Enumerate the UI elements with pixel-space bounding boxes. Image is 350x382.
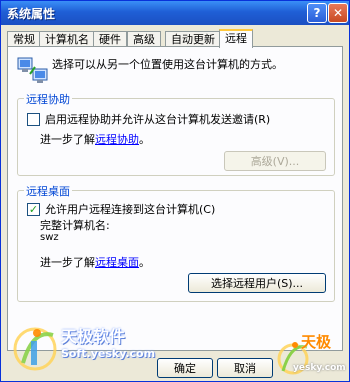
learn-more-suffix: 。 bbox=[139, 133, 150, 146]
tab-general[interactable]: 常规 bbox=[7, 31, 41, 47]
remote-tab-panel: 选择可以从另一个位置使用这台计算机的方式。 远程协助 启用远程协助并允许从这台计… bbox=[7, 46, 343, 351]
tab-advanced[interactable]: 高级 bbox=[127, 31, 161, 47]
watermark-url: Soft.yesky.com bbox=[61, 347, 156, 360]
system-properties-window: 系统属性 ? ✕ 常规 计算机名 硬件 高级 自动更新 远程 选择可以从另一个位… bbox=[0, 0, 350, 382]
computer-name-value: swz bbox=[40, 232, 59, 243]
learn-more-prefix: 进一步了解 bbox=[40, 133, 95, 146]
advanced-button[interactable]: 高级(V)... bbox=[224, 151, 326, 171]
remote-desktop-checkbox[interactable]: ✓ bbox=[27, 202, 40, 216]
help-button[interactable]: ? bbox=[307, 3, 327, 23]
remote-desktop-group: 远程桌面 ✓ 允许用户远程连接到这台计算机(C) 完整计算机名: swz 进一步… bbox=[17, 183, 335, 302]
watermark-brand: 天极软件 bbox=[61, 327, 126, 346]
full-computer-name-label: 完整计算机名: bbox=[40, 219, 110, 232]
remote-assistance-link[interactable]: 远程协助 bbox=[95, 133, 139, 146]
remote-assistance-title: 远程协助 bbox=[24, 91, 72, 107]
window-title: 系统属性 bbox=[7, 7, 56, 21]
remote-desktop-link[interactable]: 远程桌面 bbox=[95, 256, 139, 269]
title-bar[interactable]: 系统属性 ? ✕ bbox=[1, 1, 349, 25]
tab-hardware[interactable]: 硬件 bbox=[93, 31, 127, 47]
remote-desktop-title: 远程桌面 bbox=[24, 183, 72, 199]
close-button[interactable]: ✕ bbox=[328, 3, 348, 23]
remote-assistance-checkbox-label[interactable]: 启用远程协助并允许从这台计算机发送邀请(R) bbox=[45, 111, 270, 127]
select-remote-users-button[interactable]: 选择远程用户(S)... bbox=[188, 273, 326, 293]
remote-computer-icon bbox=[17, 57, 48, 83]
remote-desktop-checkbox-row[interactable]: ✓ 允许用户远程连接到这台计算机(C) bbox=[27, 201, 215, 217]
learn-more-prefix: 进一步了解 bbox=[40, 256, 95, 269]
tab-remote[interactable]: 远程 bbox=[219, 29, 253, 48]
remote-assistance-learn-more: 进一步了解远程协助。 bbox=[40, 131, 150, 147]
cancel-button[interactable]: 取消 bbox=[217, 358, 273, 378]
intro-text: 选择可以从另一个位置使用这台计算机的方式。 bbox=[52, 58, 283, 71]
remote-assistance-checkbox-row[interactable]: 启用远程协助并允许从这台计算机发送邀请(R) bbox=[27, 111, 270, 127]
remote-assistance-checkbox[interactable] bbox=[27, 112, 40, 126]
remote-assistance-group: 远程协助 启用远程协助并允许从这台计算机发送邀请(R) 进一步了解远程协助。 高… bbox=[17, 91, 335, 176]
watermark-url-right: yesky.com bbox=[293, 363, 346, 373]
learn-more-suffix: 。 bbox=[139, 256, 150, 269]
watermark-brand-right: 天极 bbox=[301, 333, 332, 351]
tab-computer-name[interactable]: 计算机名 bbox=[39, 31, 95, 47]
tab-strip: 常规 计算机名 硬件 高级 自动更新 远程 bbox=[7, 29, 345, 48]
remote-desktop-checkbox-label[interactable]: 允许用户远程连接到这台计算机(C) bbox=[45, 201, 215, 217]
remote-desktop-learn-more: 进一步了解远程桌面。 bbox=[40, 254, 150, 270]
tab-automatic-updates[interactable]: 自动更新 bbox=[165, 31, 221, 47]
